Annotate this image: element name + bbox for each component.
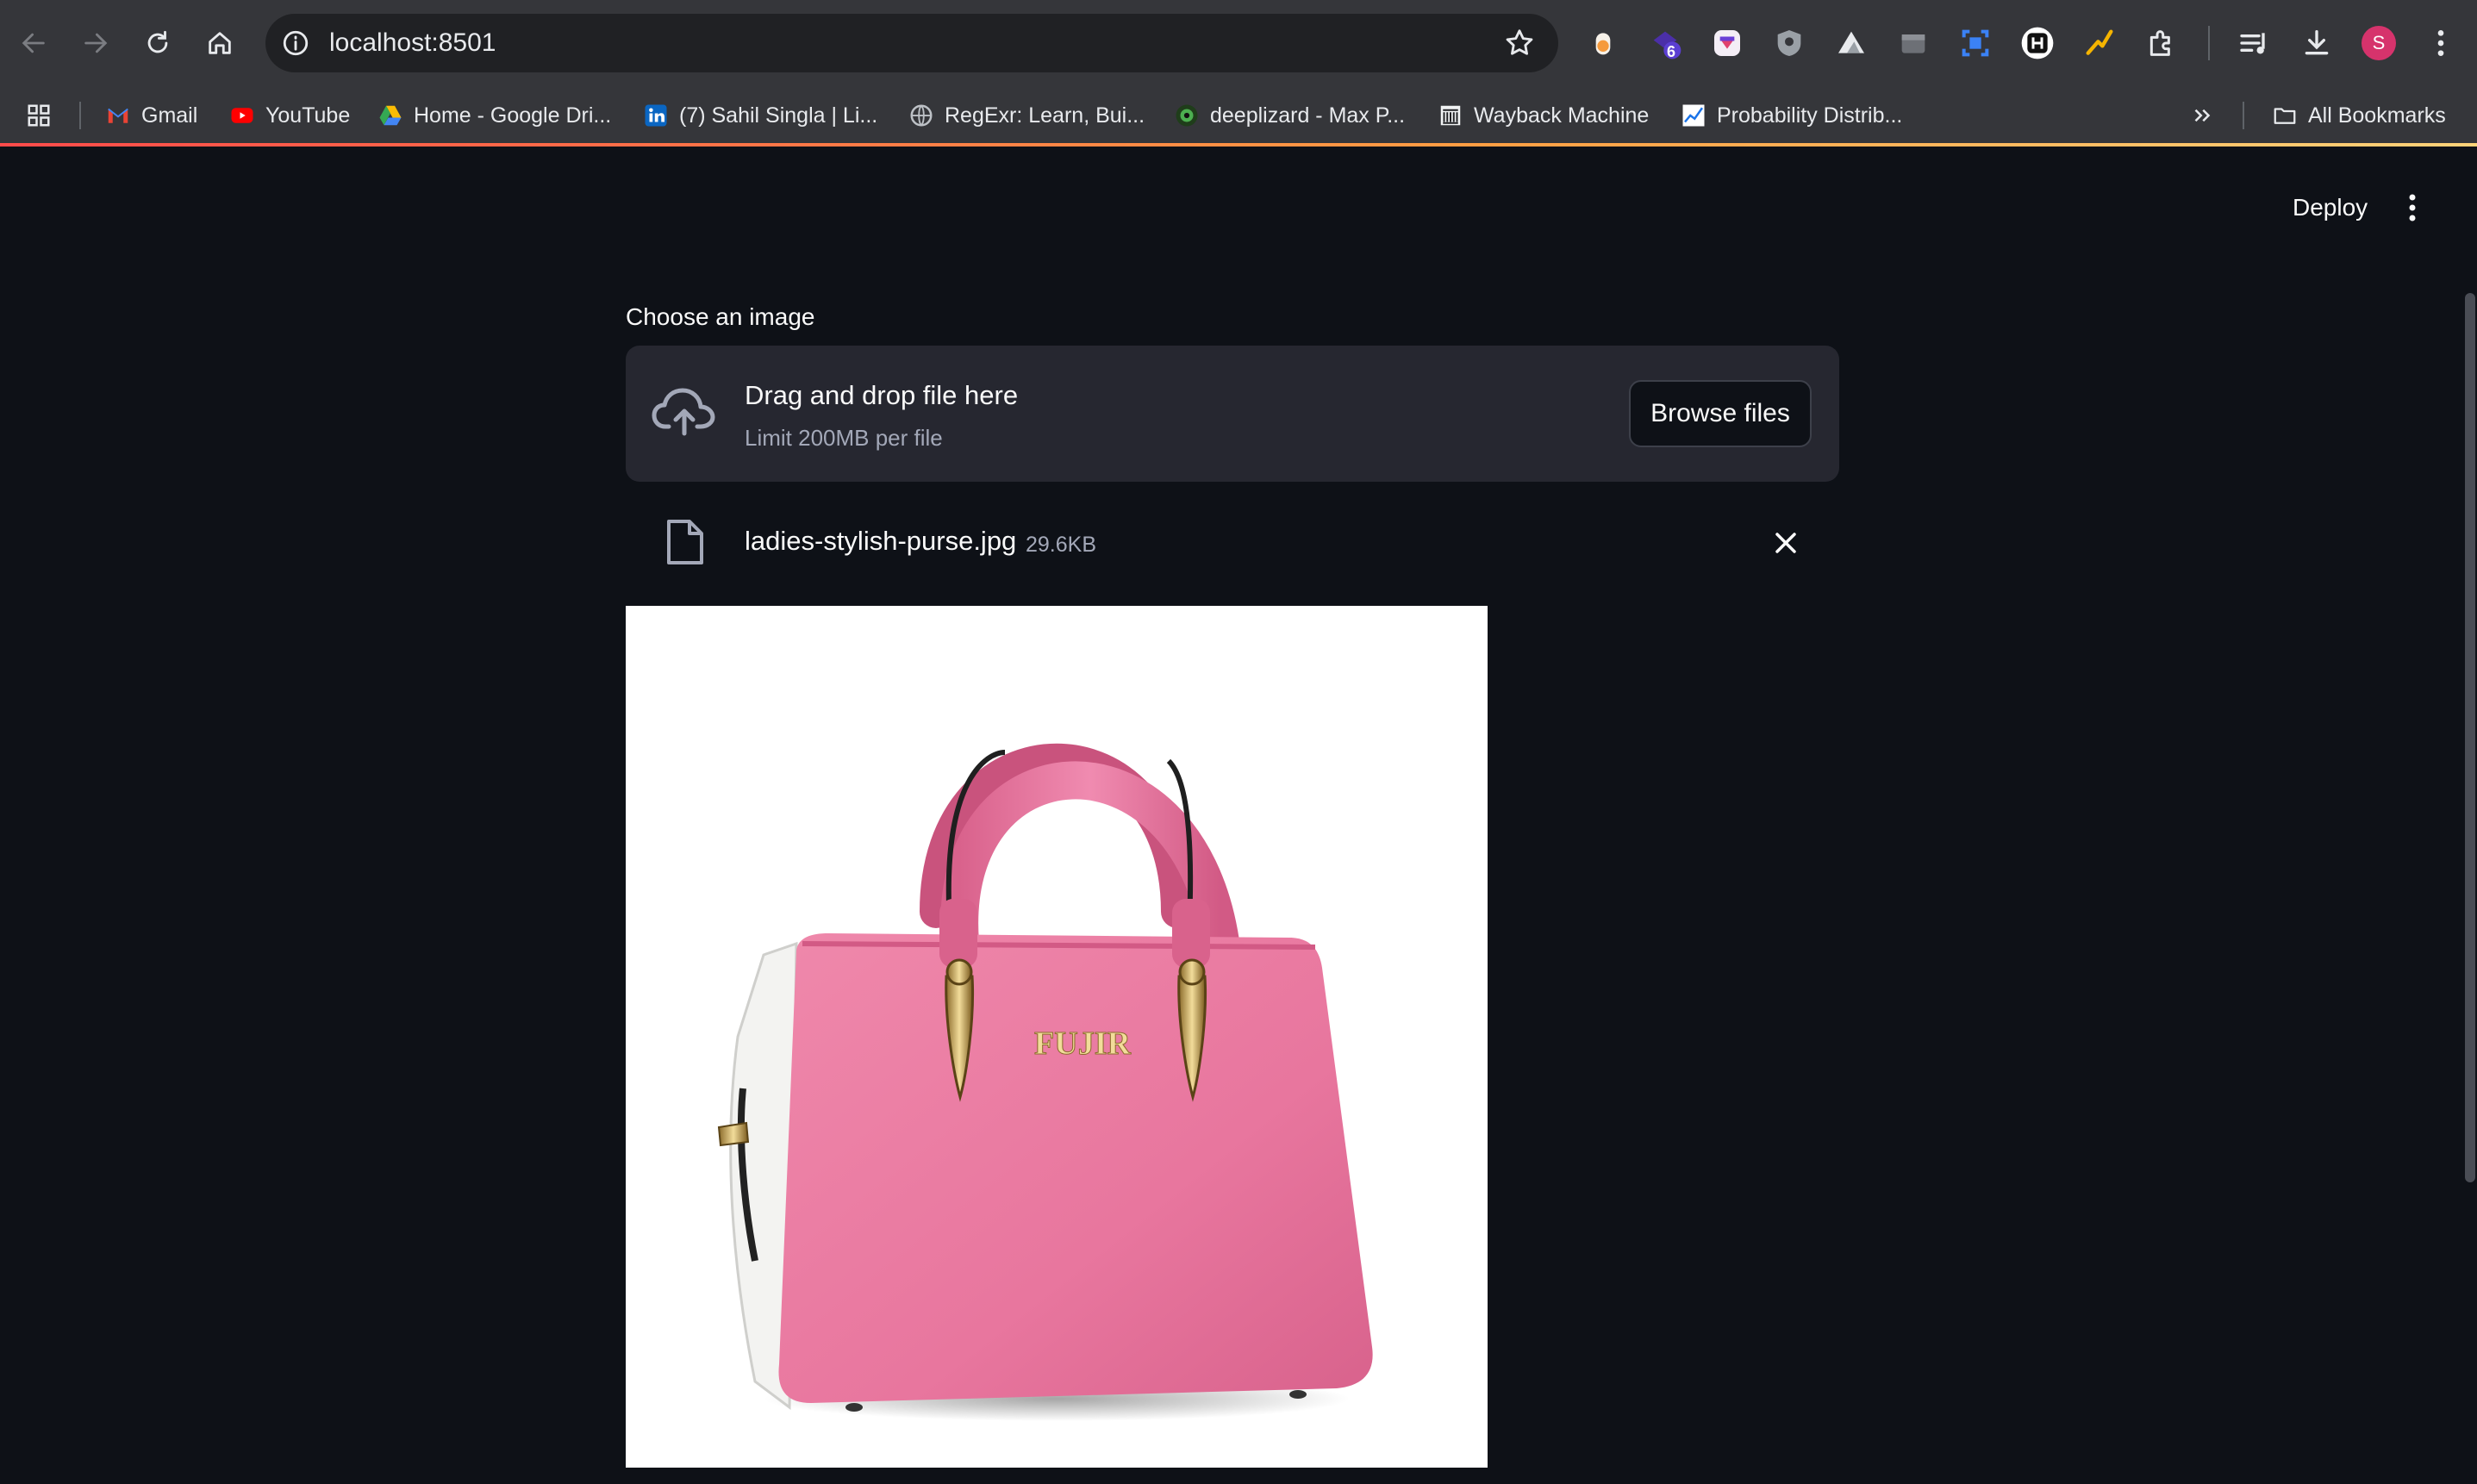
app-menu-button[interactable] [2393,186,2432,229]
site-info-icon[interactable] [281,28,310,58]
bookmark-label: Wayback Machine [1474,103,1650,128]
extension-mountain-icon[interactable] [1832,24,1870,62]
bookmarks-divider [79,102,81,129]
extension-h-icon[interactable] [2018,24,2056,62]
more-vertical-icon [2437,30,2444,56]
bookmark-probability[interactable]: Probability Distrib... [1681,97,1902,134]
dropzone-limit: Limit 200MB per file [745,425,943,451]
chart-icon [1682,104,1705,127]
chevron-double-right-icon [2194,109,2211,122]
bookmark-gmail[interactable]: Gmail [105,97,197,134]
extension-bolt-icon[interactable] [2081,24,2118,62]
reload-button[interactable] [136,22,179,65]
media-controls-icon[interactable] [2236,24,2274,62]
youtube-icon [231,108,253,123]
uploaded-file-row: ladies-stylish-purse.jpg 29.6KB [626,508,1839,577]
extension-badge-count: 6 [1667,43,1676,60]
extension-save-icon[interactable] [1708,24,1746,62]
extension-shield-icon[interactable] [1770,24,1808,62]
bookmark-wayback-machine[interactable]: Wayback Machine [1438,97,1649,134]
all-bookmarks-label: All Bookmarks [2308,103,2446,128]
bookmark-label: YouTube [265,103,351,128]
linkedin-icon [645,104,667,127]
google-drive-icon [379,105,402,126]
home-button[interactable] [198,22,241,65]
extension-screenshot-icon[interactable] [1956,24,1994,62]
bookmark-label: RegExr: Learn, Bui... [945,103,1145,128]
extensions-puzzle-icon[interactable] [2143,24,2181,62]
toolbar-divider [2208,26,2210,60]
extension-orange-icon[interactable] [1584,24,1622,62]
extension-window-icon[interactable] [1894,24,1932,62]
bookmarks-bar: Gmail YouTube Home - Google Dri... (7) S… [0,86,2477,145]
bookmark-regexr[interactable]: RegExr: Learn, Bui... [908,97,1145,134]
profile-avatar[interactable]: S [2360,24,2398,62]
more-vertical-icon [2409,194,2416,221]
remove-file-icon[interactable] [1769,526,1803,560]
address-bar[interactable]: localhost:8501 [265,14,1558,72]
bookmark-label: Home - Google Dri... [414,103,612,128]
url-text: localhost:8501 [329,28,496,57]
folder-icon [2274,108,2296,124]
app-main: Deploy Choose an image Drag and drop fil… [0,147,2477,1484]
uploaded-image-preview: FUJIR [626,606,1488,1468]
gmail-icon [108,108,128,123]
file-icon [667,520,703,564]
apps-grid-icon [28,104,50,127]
globe-icon [910,104,933,127]
home-icon [209,32,231,54]
uploaded-file-size: 29.6KB [1026,533,1097,557]
browse-files-button[interactable]: Browse files [1629,380,1812,447]
back-button[interactable] [12,22,55,65]
apps-button[interactable] [26,97,52,134]
deeplizard-icon [1176,104,1198,127]
browser-menu-button[interactable] [2422,24,2460,62]
file-dropzone[interactable]: Drag and drop file here Limit 200MB per … [626,346,1839,482]
extension-badge-icon[interactable]: 6 [1646,24,1684,62]
bookmarks-divider-right [2243,102,2244,129]
arrow-right-icon [84,33,108,53]
bookmark-youtube[interactable]: YouTube [229,97,350,134]
uploaded-file-name: ladies-stylish-purse.jpg [745,526,1017,556]
downloads-icon[interactable] [2298,24,2336,62]
profile-initial: S [2362,26,2396,60]
bookmark-deeplizard[interactable]: deeplizard - Max P... [1174,97,1405,134]
browser-toolbar: localhost:8501 6 S [0,0,2477,86]
pink-handbag-image: FUJIR [626,606,1488,1468]
bookmark-label: Probability Distrib... [1717,103,1903,128]
arrow-left-icon [22,33,45,53]
deploy-button[interactable]: Deploy [2275,186,2385,229]
more-bookmarks-button[interactable] [2189,97,2215,134]
reload-icon [147,30,168,53]
dropzone-title: Drag and drop file here [745,380,1019,410]
browser-chrome: localhost:8501 6 S Gmail YouTube Home - … [0,0,2477,147]
cloud-upload-icon [652,388,715,436]
bookmark-label: deeplizard - Max P... [1210,103,1406,128]
bookmark-label: Gmail [141,103,198,128]
handbag-logo-text: FUJIR [1034,1026,1131,1062]
page-scrollbar[interactable] [2465,293,2475,1182]
archive-icon [1440,105,1461,126]
forward-button[interactable] [74,22,117,65]
bookmark-linkedin[interactable]: (7) Sahil Singla | Li... [643,97,877,134]
uploader-label: Choose an image [626,303,815,330]
bookmark-google-drive[interactable]: Home - Google Dri... [377,97,611,134]
bookmark-star-icon[interactable] [1503,27,1536,59]
bookmark-label: (7) Sahil Singla | Li... [679,103,878,128]
all-bookmarks-button[interactable]: All Bookmarks [2272,97,2446,134]
